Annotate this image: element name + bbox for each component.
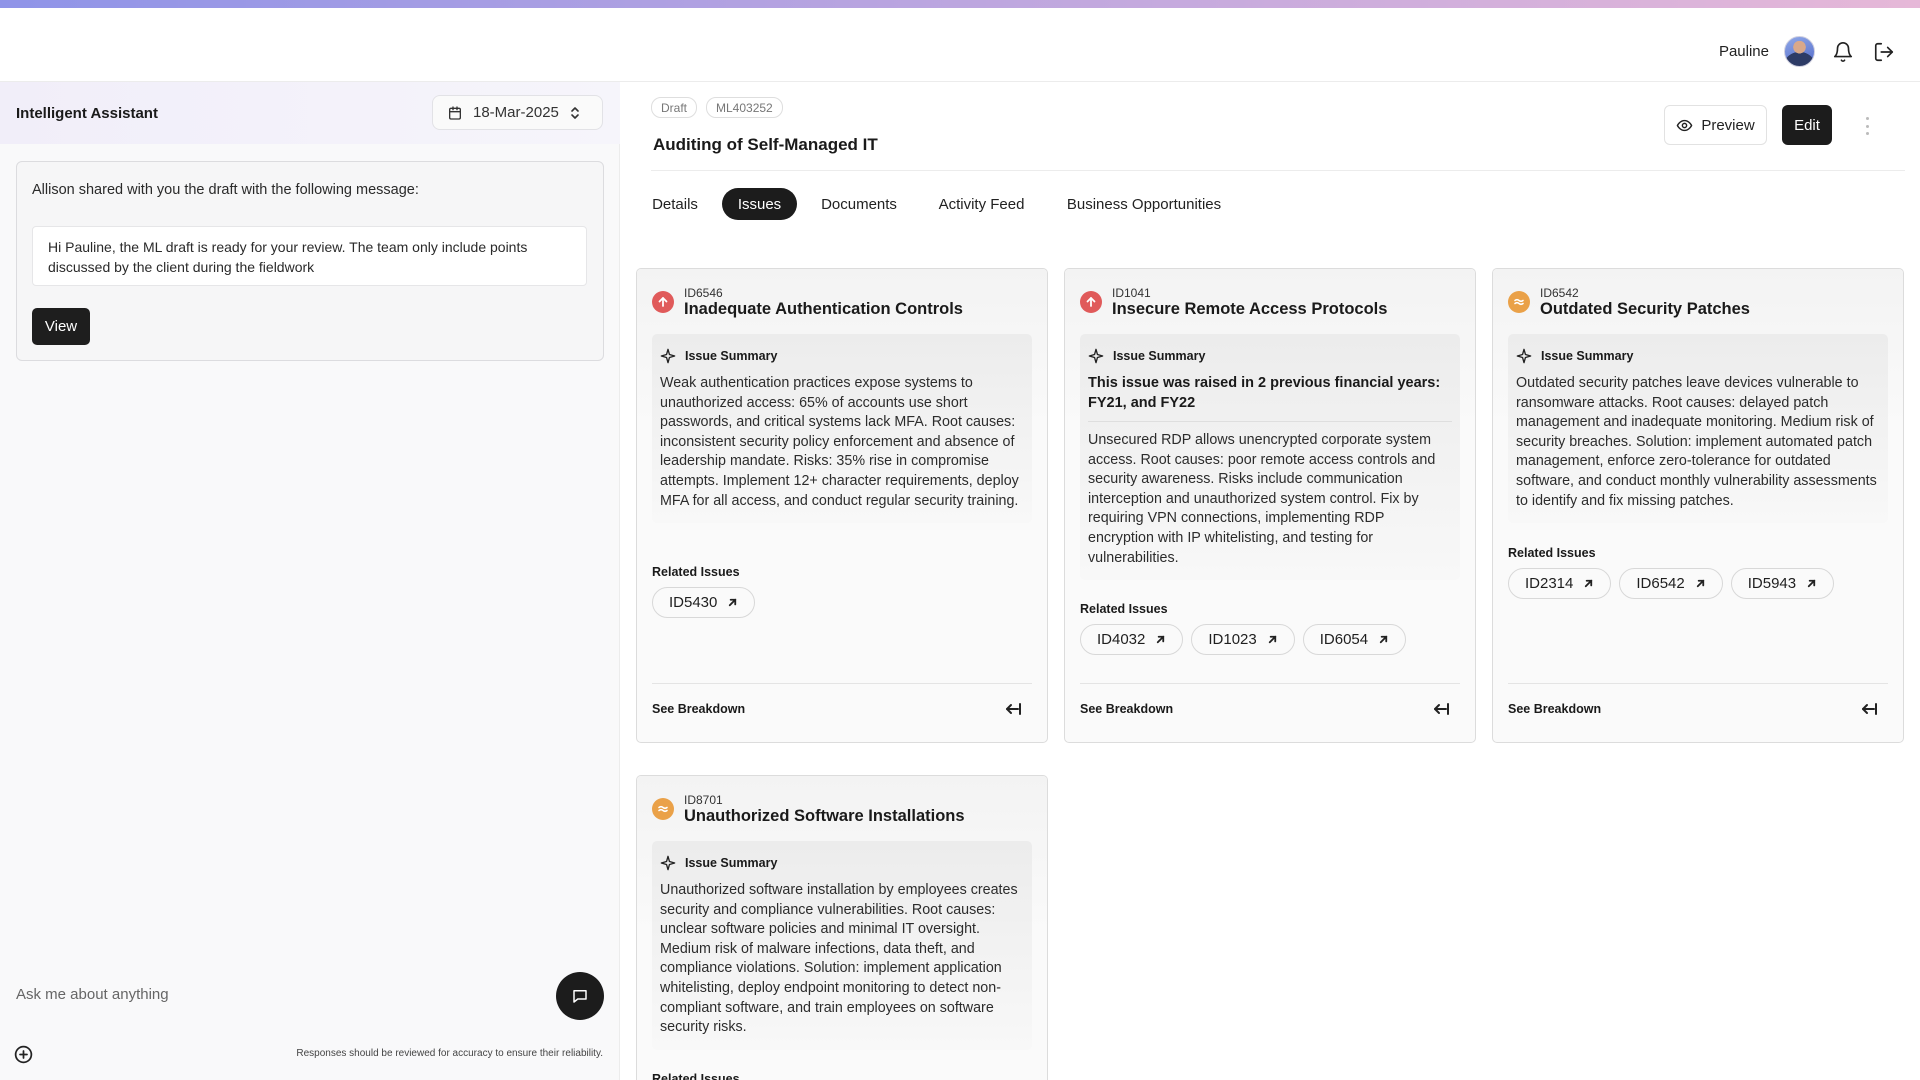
tab-issues[interactable]: Issues bbox=[722, 188, 797, 220]
edit-button[interactable]: Edit bbox=[1782, 105, 1832, 145]
tab-documents[interactable]: Documents bbox=[817, 188, 901, 220]
issue-id: ID1041 bbox=[1112, 286, 1151, 300]
preview-button[interactable]: Preview bbox=[1664, 105, 1767, 145]
severity-medium-icon bbox=[652, 798, 674, 820]
arrow-up-right-icon bbox=[1155, 634, 1166, 645]
disclaimer-text: Responses should be reviewed for accurac… bbox=[296, 1048, 603, 1059]
related-issues-list: ID5430 bbox=[652, 587, 756, 618]
chevron-updown-icon bbox=[569, 106, 581, 120]
issue-card[interactable]: ID6546 Inadequate Authentication Control… bbox=[636, 268, 1048, 743]
app-header: Pauline bbox=[0, 8, 1920, 82]
issue-summary-text: Weak authentication practices expose sys… bbox=[660, 375, 1019, 509]
avatar[interactable] bbox=[1784, 36, 1815, 67]
logout-icon[interactable] bbox=[1871, 39, 1897, 65]
sparkle-icon bbox=[1088, 348, 1104, 364]
issue-history-note: This issue was raised in 2 previous fina… bbox=[1088, 374, 1452, 422]
related-issue-chip[interactable]: ID4032 bbox=[1080, 624, 1184, 655]
chat-send-icon bbox=[571, 987, 589, 1005]
sparkle-icon bbox=[1516, 348, 1532, 364]
see-breakdown-link[interactable]: See Breakdown bbox=[1508, 702, 1601, 716]
reference-badge: ML403252 bbox=[706, 97, 783, 118]
issue-summary-label: Issue Summary bbox=[685, 856, 778, 870]
related-issues-label: Related Issues bbox=[1508, 546, 1596, 560]
issue-title: Inadequate Authentication Controls bbox=[684, 300, 963, 318]
related-issue-chip[interactable]: ID6054 bbox=[1302, 624, 1407, 655]
assistant-panel: Intelligent Assistant 18-Mar-2025 Alliso… bbox=[0, 82, 620, 1080]
issue-card[interactable]: ID8701 Unauthorized Software Installatio… bbox=[636, 775, 1048, 1080]
add-attachment-icon[interactable] bbox=[13, 1044, 34, 1065]
issue-summary: Issue Summary This issue was raised in 2… bbox=[1080, 334, 1460, 581]
severity-high-icon bbox=[652, 291, 674, 313]
severity-high-icon bbox=[1080, 291, 1102, 313]
see-breakdown-link[interactable]: See Breakdown bbox=[652, 702, 745, 716]
related-issues-label: Related Issues bbox=[1080, 602, 1168, 616]
collapse-panel-icon[interactable] bbox=[1860, 701, 1878, 717]
issue-card[interactable]: ID1041 Insecure Remote Access Protocols … bbox=[1064, 268, 1476, 743]
arrow-up-right-icon bbox=[1695, 578, 1706, 589]
see-breakdown-link[interactable]: See Breakdown bbox=[1080, 702, 1173, 716]
message-intro: Allison shared with you the draft with t… bbox=[32, 182, 419, 198]
top-accent-bar bbox=[0, 0, 1920, 8]
issue-summary-label: Issue Summary bbox=[1113, 349, 1206, 363]
related-issues-list: ID4032 ID1023 ID6054 bbox=[1080, 624, 1407, 655]
issue-summary: Issue Summary Unauthorized software inst… bbox=[652, 841, 1032, 1050]
issue-title: Unauthorized Software Installations bbox=[684, 807, 965, 825]
arrow-up-right-icon bbox=[727, 597, 738, 608]
view-button[interactable]: View bbox=[32, 308, 90, 345]
shared-message-card: Allison shared with you the draft with t… bbox=[16, 161, 604, 361]
date-value: 18-Mar-2025 bbox=[473, 104, 559, 121]
arrow-up-right-icon bbox=[1806, 578, 1817, 589]
issue-id: ID6546 bbox=[684, 286, 723, 300]
related-issue-chip[interactable]: ID5943 bbox=[1730, 568, 1835, 599]
severity-medium-icon bbox=[1508, 291, 1530, 313]
related-issue-chip[interactable]: ID1023 bbox=[1191, 624, 1295, 655]
arrow-up-right-icon bbox=[1583, 578, 1594, 589]
message-quote: Hi Pauline, the ML draft is ready for yo… bbox=[32, 226, 587, 286]
issue-id: ID6542 bbox=[1540, 286, 1579, 300]
issue-title: Outdated Security Patches bbox=[1540, 300, 1750, 318]
preview-label: Preview bbox=[1701, 116, 1755, 134]
related-issues-list: ID2314 ID6542 ID5943 bbox=[1508, 568, 1835, 599]
issue-summary: Issue Summary Weak authentication practi… bbox=[652, 334, 1032, 524]
issue-title: Insecure Remote Access Protocols bbox=[1112, 300, 1388, 318]
arrow-up-right-icon bbox=[1378, 634, 1389, 645]
issue-summary-text: Outdated security patches leave devices … bbox=[1516, 375, 1877, 509]
related-issue-chip[interactable]: ID6542 bbox=[1619, 568, 1723, 599]
collapse-panel-icon[interactable] bbox=[1004, 701, 1022, 717]
issue-summary-label: Issue Summary bbox=[685, 349, 778, 363]
related-issues-label: Related Issues bbox=[652, 565, 740, 579]
issue-id: ID8701 bbox=[684, 793, 723, 807]
tab-details[interactable]: Details bbox=[651, 188, 699, 220]
related-issue-chip[interactable]: ID2314 bbox=[1508, 568, 1612, 599]
bell-icon[interactable] bbox=[1830, 39, 1856, 65]
issue-summary: Issue Summary Outdated security patches … bbox=[1508, 334, 1888, 524]
header-divider bbox=[651, 170, 1905, 171]
assistant-header: Intelligent Assistant 18-Mar-2025 bbox=[0, 82, 620, 144]
issue-summary-text: Unsecured RDP allows unencrypted corpora… bbox=[1088, 432, 1436, 566]
more-options-icon[interactable] bbox=[1860, 114, 1874, 138]
date-selector[interactable]: 18-Mar-2025 bbox=[432, 95, 603, 130]
status-badge: Draft bbox=[651, 97, 698, 118]
related-issues-label: Related Issues bbox=[652, 1072, 740, 1080]
send-button[interactable] bbox=[556, 972, 604, 1020]
issue-card[interactable]: ID6542 Outdated Security Patches Issue S… bbox=[1492, 268, 1904, 743]
tab-business-opportunities[interactable]: Business Opportunities bbox=[1063, 188, 1225, 220]
arrow-up-right-icon bbox=[1267, 634, 1278, 645]
chat-input[interactable]: Ask me about anything bbox=[16, 986, 169, 1003]
calendar-icon bbox=[447, 105, 463, 121]
page-title: Auditing of Self-Managed IT bbox=[653, 135, 878, 154]
issue-summary-text: Unauthorized software installation by em… bbox=[660, 882, 1018, 1036]
eye-icon bbox=[1676, 117, 1693, 134]
issue-summary-label: Issue Summary bbox=[1541, 349, 1634, 363]
sparkle-icon bbox=[660, 855, 676, 871]
sparkle-icon bbox=[660, 348, 676, 364]
user-name: Pauline bbox=[1718, 43, 1769, 60]
assistant-title: Intelligent Assistant bbox=[16, 105, 158, 122]
tab-activity-feed[interactable]: Activity Feed bbox=[935, 188, 1028, 220]
related-issue-chip[interactable]: ID5430 bbox=[652, 587, 756, 618]
collapse-panel-icon[interactable] bbox=[1432, 701, 1450, 717]
